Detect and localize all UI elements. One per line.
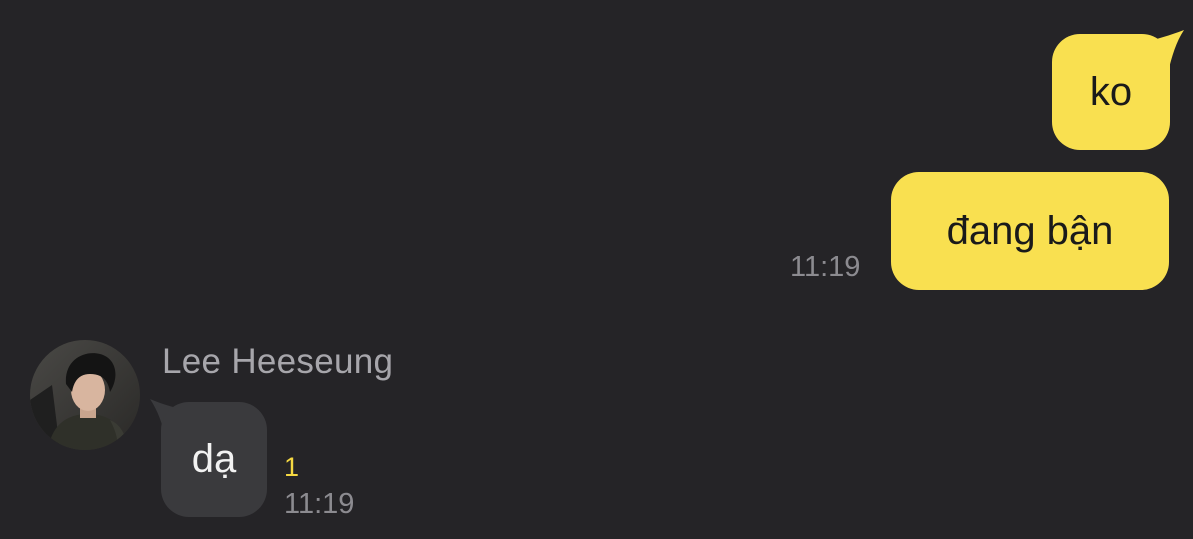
outgoing-message-bubble[interactable]: đang bận bbox=[891, 172, 1169, 290]
message-text: ko bbox=[1089, 69, 1133, 114]
message-timestamp: 11:19 bbox=[284, 488, 355, 520]
sender-name: Lee Heeseung bbox=[162, 342, 394, 381]
message-timestamp: 11:19 bbox=[790, 251, 861, 283]
message-text: đang bận bbox=[946, 208, 1114, 253]
profile-photo-icon bbox=[30, 340, 140, 450]
avatar[interactable] bbox=[30, 340, 140, 450]
outgoing-message-bubble[interactable]: ko bbox=[1052, 34, 1170, 150]
chat-view: ko 11:19 đang bận Lee Heeseung dạ 1 11:1… bbox=[0, 0, 1193, 539]
incoming-message-bubble[interactable]: dạ bbox=[161, 402, 267, 517]
message-text: dạ bbox=[191, 437, 237, 481]
unread-count-badge: 1 bbox=[284, 452, 300, 482]
